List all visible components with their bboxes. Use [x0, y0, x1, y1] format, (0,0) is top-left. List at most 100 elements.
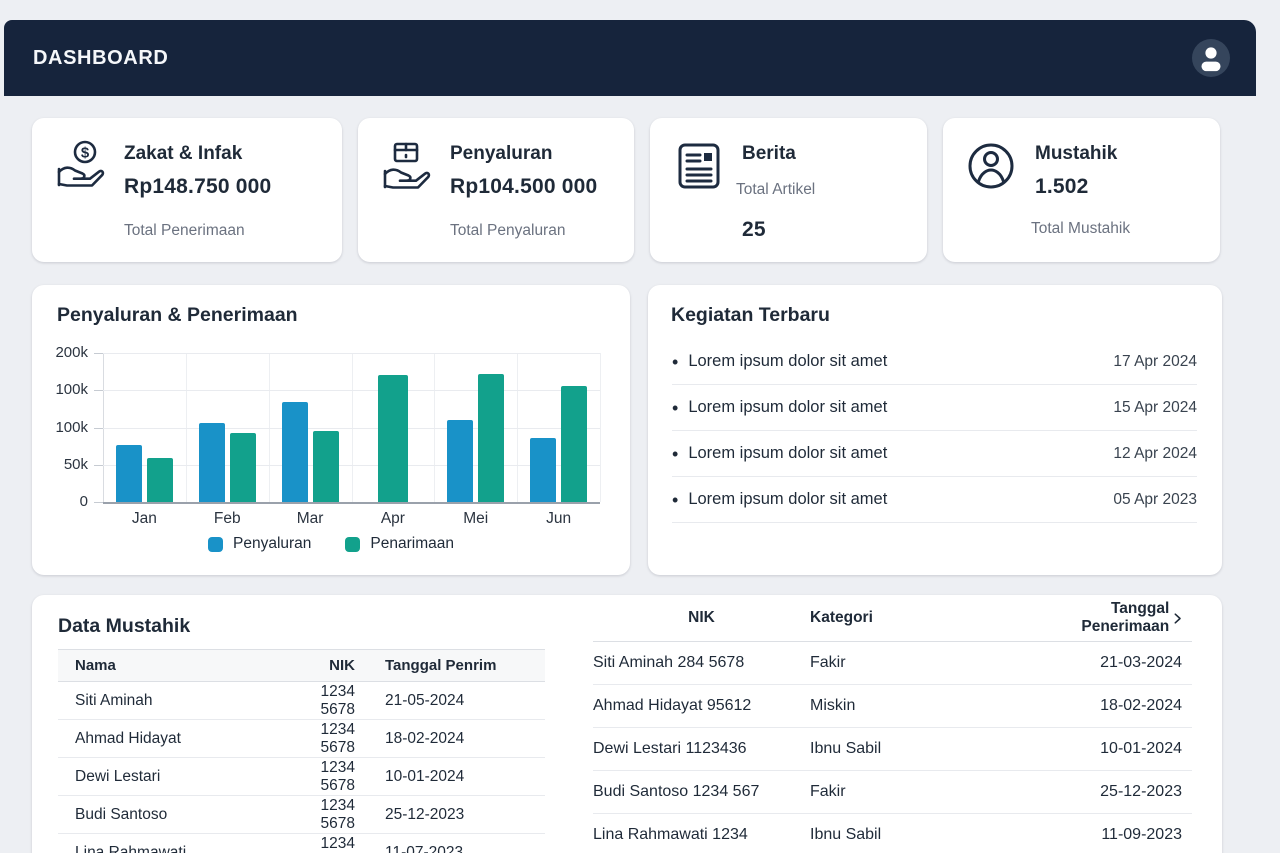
- cell-tanggal: 21-05-2024: [385, 692, 535, 710]
- chart-bar: [378, 375, 408, 502]
- activity-list: •Lorem ipsum dolor sit amet17 Apr 2024•L…: [648, 339, 1222, 523]
- grid-line: [103, 465, 600, 466]
- cell-kategori: Ibnu Sabil: [810, 826, 1040, 844]
- chart-bar: [199, 423, 225, 502]
- activity-item: •Lorem ipsum dolor sit amet12 Apr 2024: [672, 431, 1197, 477]
- stat-cards-row: $ Zakat & Infak Rp148.750 000 Total Pene…: [32, 118, 1222, 262]
- bullet-icon: •: [672, 353, 678, 371]
- y-axis-tick: [94, 502, 103, 503]
- activity-title: Kegiatan Terbaru: [671, 304, 830, 327]
- cell-nama-nik: Siti Aminah 284 5678: [593, 654, 810, 672]
- y-axis-tick: [94, 465, 103, 466]
- cell-nama-nik: Budi Santoso 1234 567: [593, 783, 810, 801]
- chevron-right-icon: [1174, 612, 1182, 625]
- hand-box-icon: [380, 139, 434, 195]
- grid-line: [103, 390, 600, 391]
- grid-line: [103, 428, 600, 429]
- column-header-tanggal-sort[interactable]: Tanggal Penerimaan: [1040, 600, 1192, 636]
- grid-vline: [600, 353, 601, 502]
- chart-bar: [116, 445, 142, 502]
- cell-nama: Ahmad Hidayat: [58, 730, 283, 748]
- cell-kategori: Fakir: [810, 783, 1040, 801]
- chart-bar: [478, 374, 504, 502]
- cell-kategori: Fakir: [810, 654, 1040, 672]
- page-title: DASHBOARD: [33, 47, 168, 70]
- stat-subtitle: Total Artikel: [736, 181, 815, 199]
- y-tick-label: 50k: [44, 455, 88, 475]
- stat-card-mustahik: Mustahik 1.502 Total Mustahik: [943, 118, 1220, 262]
- cell-nama: Budi Santoso: [58, 806, 283, 824]
- column-header-kategori: Kategori: [810, 609, 1040, 627]
- bullet-icon: •: [672, 491, 678, 509]
- table-row: Dewi Lestari 1123436Ibnu Sabil10-01-2024: [593, 728, 1192, 771]
- cell-nama: Lina Rahmawati: [58, 844, 283, 853]
- x-tick-label: Mar: [278, 510, 342, 528]
- y-axis-tick: [94, 390, 103, 391]
- user-avatar-button[interactable]: [1192, 39, 1230, 77]
- activity-panel: Kegiatan Terbaru •Lorem ipsum dolor sit …: [648, 285, 1222, 575]
- legend-label: Penarimaan: [370, 535, 454, 553]
- legend-label: Penyaluran: [233, 535, 311, 553]
- activity-item: •Lorem ipsum dolor sit amet15 Apr 2024: [672, 385, 1197, 431]
- legend-swatch: [208, 537, 223, 552]
- x-tick-label: Jan: [112, 510, 176, 528]
- cell-nik: 1234 5678: [283, 835, 355, 853]
- column-header-nik: NIK: [283, 657, 355, 674]
- chart-panel: Penyaluran & Penerimaan Penyaluran Penari…: [32, 285, 630, 575]
- bullet-icon: •: [672, 445, 678, 463]
- stat-card-penyaluran: Penyaluran Rp104.500 000 Total Penyalura…: [358, 118, 634, 262]
- table-row: Ahmad Hidayat 95612Miskin18-02-2024: [593, 685, 1192, 728]
- table-row: Ahmad Hidayat1234 5678 18-02-2024: [58, 720, 545, 758]
- stat-value: Rp148.750 000: [124, 175, 271, 199]
- cell-tanggal: 10-01-2024: [1040, 740, 1192, 758]
- chart-legend: Penyaluran Penarimaan: [32, 535, 630, 553]
- user-avatar-icon: [1192, 39, 1230, 77]
- stat-subtitle: Total Mustahik: [1031, 220, 1130, 238]
- grid-line: [103, 502, 600, 504]
- cell-kategori: Ibnu Sabil: [810, 740, 1040, 758]
- chart-bar: [282, 402, 308, 502]
- column-header-nik: NIK: [593, 609, 810, 627]
- left-table-title: Data Mustahik: [58, 615, 190, 638]
- stat-title: Zakat & Infak: [124, 143, 242, 165]
- penerimaan-table-header: NIK Kategori Tanggal Penerimaan: [593, 595, 1192, 642]
- table-row: Dewi Lestari1234 567810-01-2024: [58, 758, 545, 796]
- chart-bar: [530, 438, 556, 502]
- top-header-bar: DASHBOARD: [4, 20, 1256, 96]
- cell-tanggal: 18-02-2024: [385, 730, 535, 748]
- y-tick-label: 0: [44, 492, 88, 512]
- grid-line: [103, 353, 600, 354]
- cell-tanggal: 18-02-2024: [1040, 697, 1192, 715]
- chart-bar: [313, 431, 339, 502]
- activity-item: •Lorem ipsum dolor sit amet17 Apr 2024: [672, 339, 1197, 385]
- y-axis-tick: [94, 428, 103, 429]
- activity-text: Lorem ipsum dolor sit amet: [688, 490, 887, 509]
- stat-card-zakat: $ Zakat & Infak Rp148.750 000 Total Pene…: [32, 118, 342, 262]
- x-tick-label: Mei: [444, 510, 508, 528]
- cell-nik: 1234 5678: [283, 797, 355, 833]
- legend-item: Penyaluran: [208, 535, 311, 553]
- stat-value: Rp104.500 000: [450, 175, 597, 199]
- bullet-icon: •: [672, 399, 678, 417]
- data-mustahik-panel: Data Mustahik Nama NIK Tanggal Penrim Si…: [32, 595, 1222, 853]
- cell-kategori: Miskin: [810, 697, 1040, 715]
- cell-nik: 1234 5678: [283, 721, 355, 757]
- stat-subtitle: Total Penerimaan: [124, 222, 245, 240]
- newspaper-icon: [672, 139, 726, 195]
- activity-item: • Lorem ipsum dolor sit amet 05 Apr 2023: [672, 477, 1197, 523]
- chart-bar: [561, 386, 587, 502]
- legend-item: Penarimaan: [345, 535, 454, 553]
- y-tick-label: 100k: [44, 418, 88, 438]
- activity-date: 12 Apr 2024: [1113, 445, 1197, 463]
- activity-date: 05 Apr 2023: [1113, 491, 1197, 509]
- legend-swatch: [345, 537, 360, 552]
- x-tick-label: Jun: [527, 510, 591, 528]
- cell-tanggal: 11-07-2023: [385, 844, 535, 853]
- chart-title: Penyaluran & Penerimaan: [57, 304, 298, 327]
- svg-text:$: $: [81, 145, 90, 162]
- activity-text: Lorem ipsum dolor sit amet: [688, 352, 887, 371]
- cell-nama: Siti Aminah: [58, 692, 283, 710]
- cell-tanggal: 25-12-2023: [1040, 783, 1192, 801]
- y-tick-label: 200k: [44, 343, 88, 363]
- cell-nama-nik: Dewi Lestari 1123436: [593, 740, 810, 758]
